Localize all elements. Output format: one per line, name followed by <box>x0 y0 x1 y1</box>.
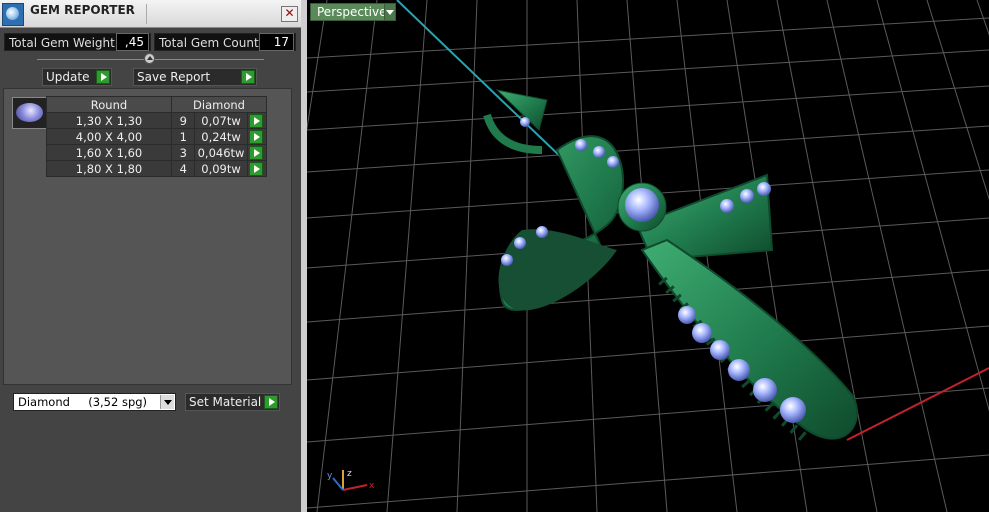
gem-count: 4 <box>170 160 196 177</box>
table-row[interactable]: 1,80 X 1,80 4 0,09tw <box>46 160 268 177</box>
gem-weight: 0,046tw <box>194 144 248 161</box>
chevron-down-icon[interactable] <box>160 395 174 409</box>
viewport-label[interactable]: Perspective <box>310 3 394 21</box>
play-icon <box>241 70 255 84</box>
slider-knob[interactable] <box>144 53 155 64</box>
perspective-viewport[interactable]: z x y Perspective <box>307 0 989 512</box>
gem-weight: 0,24tw <box>194 128 248 145</box>
gizmo-z-label: z <box>347 469 352 479</box>
close-icon: ✕ <box>284 6 295 20</box>
table-header-row: Round Diamond <box>46 96 267 113</box>
gem-count: 3 <box>170 144 196 161</box>
viewport-menu-chevron-icon[interactable] <box>384 3 396 21</box>
gem-size: 1,80 X 1,80 <box>46 160 172 177</box>
play-icon <box>264 395 278 409</box>
viewport-scene: z x y <box>307 0 989 512</box>
gem-size: 1,30 X 1,30 <box>46 112 172 129</box>
table-header-diamond: Diamond <box>171 96 267 113</box>
table-row[interactable]: 1,30 X 1,30 9 0,07tw <box>46 112 268 129</box>
play-icon <box>96 70 110 84</box>
play-icon <box>248 130 263 144</box>
gem-count: 9 <box>170 112 196 129</box>
row-play-button[interactable] <box>246 144 268 161</box>
gem-size: 4,00 X 4,00 <box>46 128 172 145</box>
update-button[interactable]: Update <box>42 68 112 86</box>
total-count-value: 17 <box>259 33 294 51</box>
gem-count: 1 <box>170 128 196 145</box>
material-select-value: Diamond (3,52 spg) <box>18 395 148 409</box>
play-icon <box>248 146 263 160</box>
total-count-label: Total Gem Count <box>159 36 259 50</box>
title-separator <box>146 4 147 24</box>
close-button[interactable]: ✕ <box>281 6 298 22</box>
row-play-button[interactable] <box>246 112 268 129</box>
gem-weight: 0,09tw <box>194 160 248 177</box>
play-icon <box>248 114 263 128</box>
pendant-model <box>483 89 858 444</box>
title-bar: GEM REPORTER ✕ <box>0 0 301 28</box>
gem-reporter-panel: GEM REPORTER ✕ Total Gem Weight ,45 Tota… <box>0 0 301 512</box>
gem-table: Round Diamond 1,30 X 1,30 9 0,07tw 4,00 … <box>46 96 268 177</box>
window-title: GEM REPORTER <box>30 3 135 17</box>
play-icon <box>248 162 263 176</box>
x-axis-line <box>846 367 989 441</box>
gem-list-area: Round Diamond 1,30 X 1,30 9 0,07tw 4,00 … <box>3 88 292 385</box>
gem-weight: 0,07tw <box>194 112 248 129</box>
gem-thumbnail-icon[interactable] <box>12 97 47 129</box>
row-play-button[interactable] <box>246 160 268 177</box>
update-label: Update <box>46 70 90 84</box>
gizmo-x-label: x <box>369 481 375 491</box>
set-material-button[interactable]: Set Material <box>185 393 280 411</box>
table-row[interactable]: 1,60 X 1,60 3 0,046tw <box>46 144 268 161</box>
table-header-round: Round <box>46 96 172 113</box>
gizmo-y-label: y <box>327 471 333 481</box>
table-row[interactable]: 4,00 X 4,00 1 0,24tw <box>46 128 268 145</box>
gem-app-icon <box>2 3 24 26</box>
total-weight-label: Total Gem Weight <box>9 36 115 50</box>
save-report-label: Save Report <box>137 70 211 84</box>
save-report-button[interactable]: Save Report <box>133 68 257 86</box>
total-weight-value: ,45 <box>116 33 149 51</box>
set-material-label: Set Material <box>189 395 262 409</box>
material-select[interactable]: Diamond (3,52 spg) <box>13 393 176 411</box>
gem-size: 1,60 X 1,60 <box>46 144 172 161</box>
row-play-button[interactable] <box>246 128 268 145</box>
axis-gizmo: z x y <box>327 469 375 491</box>
